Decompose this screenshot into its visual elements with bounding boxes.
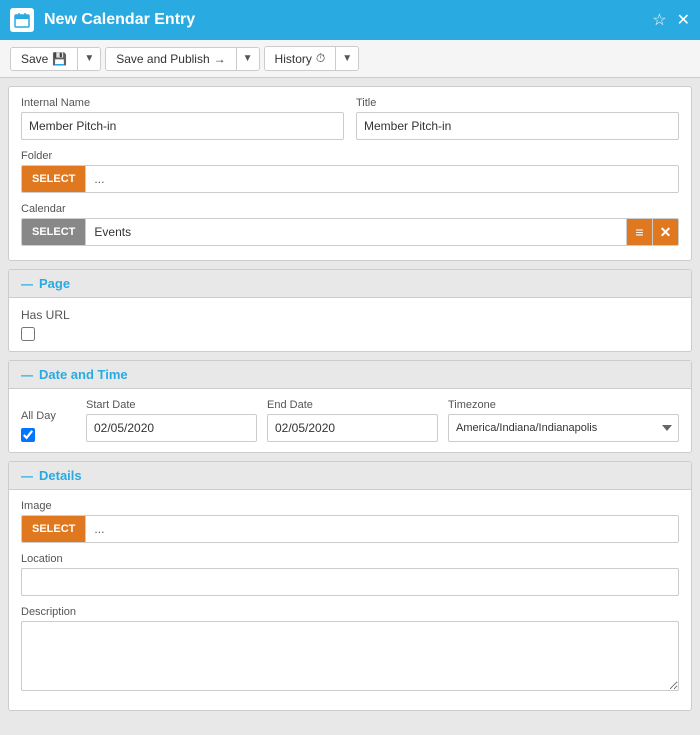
title-bar-actions: ☆ ✕ [652, 10, 690, 30]
basic-info-card: Internal Name Title Folder SELECT ... Ca… [8, 86, 692, 261]
toolbar: Save 💾 ▼ Save and Publish → ▼ History ⏱ … [0, 40, 700, 78]
timezone-label: Timezone [448, 399, 679, 411]
save-publish-btn-group: Save and Publish → ▼ [105, 47, 259, 71]
allday-field: All Day [21, 410, 76, 442]
has-url-section: Has URL [9, 298, 691, 351]
details-section-card: — Details Image SELECT ... Location Desc… [8, 461, 692, 711]
title-bar-left: New Calendar Entry [10, 8, 195, 32]
page-section-header: — Page [9, 270, 691, 298]
calendar-close-button[interactable]: ✕ [652, 219, 678, 245]
datetime-section-header: — Date and Time [9, 361, 691, 389]
has-url-checkbox-row [21, 327, 679, 341]
allday-checkbox[interactable] [21, 428, 35, 442]
page-section-card: — Page Has URL [8, 269, 692, 352]
title-field: Title [356, 97, 679, 140]
basic-info-body: Internal Name Title Folder SELECT ... Ca… [9, 87, 691, 260]
start-date-field: Start Date [86, 399, 257, 442]
has-url-label: Has URL [21, 308, 679, 322]
timezone-field: Timezone America/Indiana/Indianapolis Am… [448, 399, 679, 442]
calendar-value: Events [85, 219, 626, 245]
calendar-close-icon: ✕ [660, 224, 672, 241]
date-time-row: All Day Start Date End Date Timezone [21, 399, 679, 442]
publish-arrow-icon: → [214, 52, 226, 66]
calendar-select-field: SELECT Events ≡ ✕ [21, 218, 679, 246]
history-button[interactable]: History ⏱ [265, 47, 336, 70]
save-publish-button[interactable]: Save and Publish → [106, 48, 235, 70]
start-date-label: Start Date [86, 399, 257, 411]
save-publish-dropdown-button[interactable]: ▼ [236, 48, 259, 70]
calendar-select-button[interactable]: SELECT [22, 219, 85, 245]
calendar-list-button[interactable]: ≡ [626, 219, 652, 245]
datetime-section-title: Date and Time [39, 367, 128, 382]
close-icon[interactable]: ✕ [677, 10, 690, 30]
start-date-input[interactable] [86, 414, 257, 442]
title-label: Title [356, 97, 679, 109]
location-row: Location [21, 553, 679, 596]
image-value: ... [85, 516, 678, 542]
details-section-header: — Details [9, 462, 691, 490]
star-icon[interactable]: ☆ [652, 10, 666, 30]
calendar-row: Calendar SELECT Events ≡ ✕ [21, 203, 679, 246]
datetime-body: All Day Start Date End Date Timezone [9, 389, 691, 452]
page-title: New Calendar Entry [44, 11, 195, 29]
folder-label: Folder [21, 150, 679, 162]
main-content: Internal Name Title Folder SELECT ... Ca… [0, 78, 700, 735]
has-url-checkbox[interactable] [21, 327, 35, 341]
page-section-title: Page [39, 276, 70, 291]
title-bar: New Calendar Entry ☆ ✕ [0, 0, 700, 40]
page-collapse-icon[interactable]: — [21, 277, 33, 291]
location-input[interactable] [21, 568, 679, 596]
history-btn-group: History ⏱ ▼ [264, 46, 360, 71]
save-publish-label: Save and Publish [116, 52, 209, 66]
timezone-select[interactable]: America/Indiana/Indianapolis America/New… [448, 414, 679, 442]
end-date-label: End Date [267, 399, 438, 411]
title-input[interactable] [356, 112, 679, 140]
image-select-button[interactable]: SELECT [22, 516, 85, 542]
save-disk-icon: 💾 [52, 52, 67, 66]
calendar-list-icon: ≡ [635, 225, 643, 239]
internal-name-input[interactable] [21, 112, 344, 140]
allday-label: All Day [21, 410, 56, 422]
details-section-title: Details [39, 468, 82, 483]
folder-select-button[interactable]: SELECT [22, 166, 85, 192]
name-title-row: Internal Name Title [21, 97, 679, 140]
end-date-field: End Date [267, 399, 438, 442]
image-select-field: SELECT ... [21, 515, 679, 543]
description-row: Description [21, 606, 679, 694]
image-label: Image [21, 500, 679, 512]
save-btn-group: Save 💾 ▼ [10, 47, 101, 71]
details-collapse-icon[interactable]: — [21, 469, 33, 483]
folder-value: ... [85, 166, 678, 192]
description-label: Description [21, 606, 679, 618]
history-clock-icon: ⏱ [316, 51, 325, 66]
internal-name-label: Internal Name [21, 97, 344, 109]
folder-select-field: SELECT ... [21, 165, 679, 193]
internal-name-field: Internal Name [21, 97, 344, 140]
datetime-section-card: — Date and Time All Day Start Date End D… [8, 360, 692, 453]
folder-row: Folder SELECT ... [21, 150, 679, 193]
description-textarea[interactable] [21, 621, 679, 691]
history-label: History [275, 52, 312, 66]
details-body: Image SELECT ... Location Description [9, 490, 691, 710]
datetime-collapse-icon[interactable]: — [21, 368, 33, 382]
save-dropdown-button[interactable]: ▼ [77, 48, 100, 70]
calendar-label: Calendar [21, 203, 679, 215]
image-row: Image SELECT ... [21, 500, 679, 543]
location-label: Location [21, 553, 679, 565]
save-button[interactable]: Save 💾 [11, 48, 77, 70]
calendar-icon [10, 8, 34, 32]
end-date-input[interactable] [267, 414, 438, 442]
history-dropdown-button[interactable]: ▼ [335, 47, 358, 70]
save-label: Save [21, 52, 48, 66]
